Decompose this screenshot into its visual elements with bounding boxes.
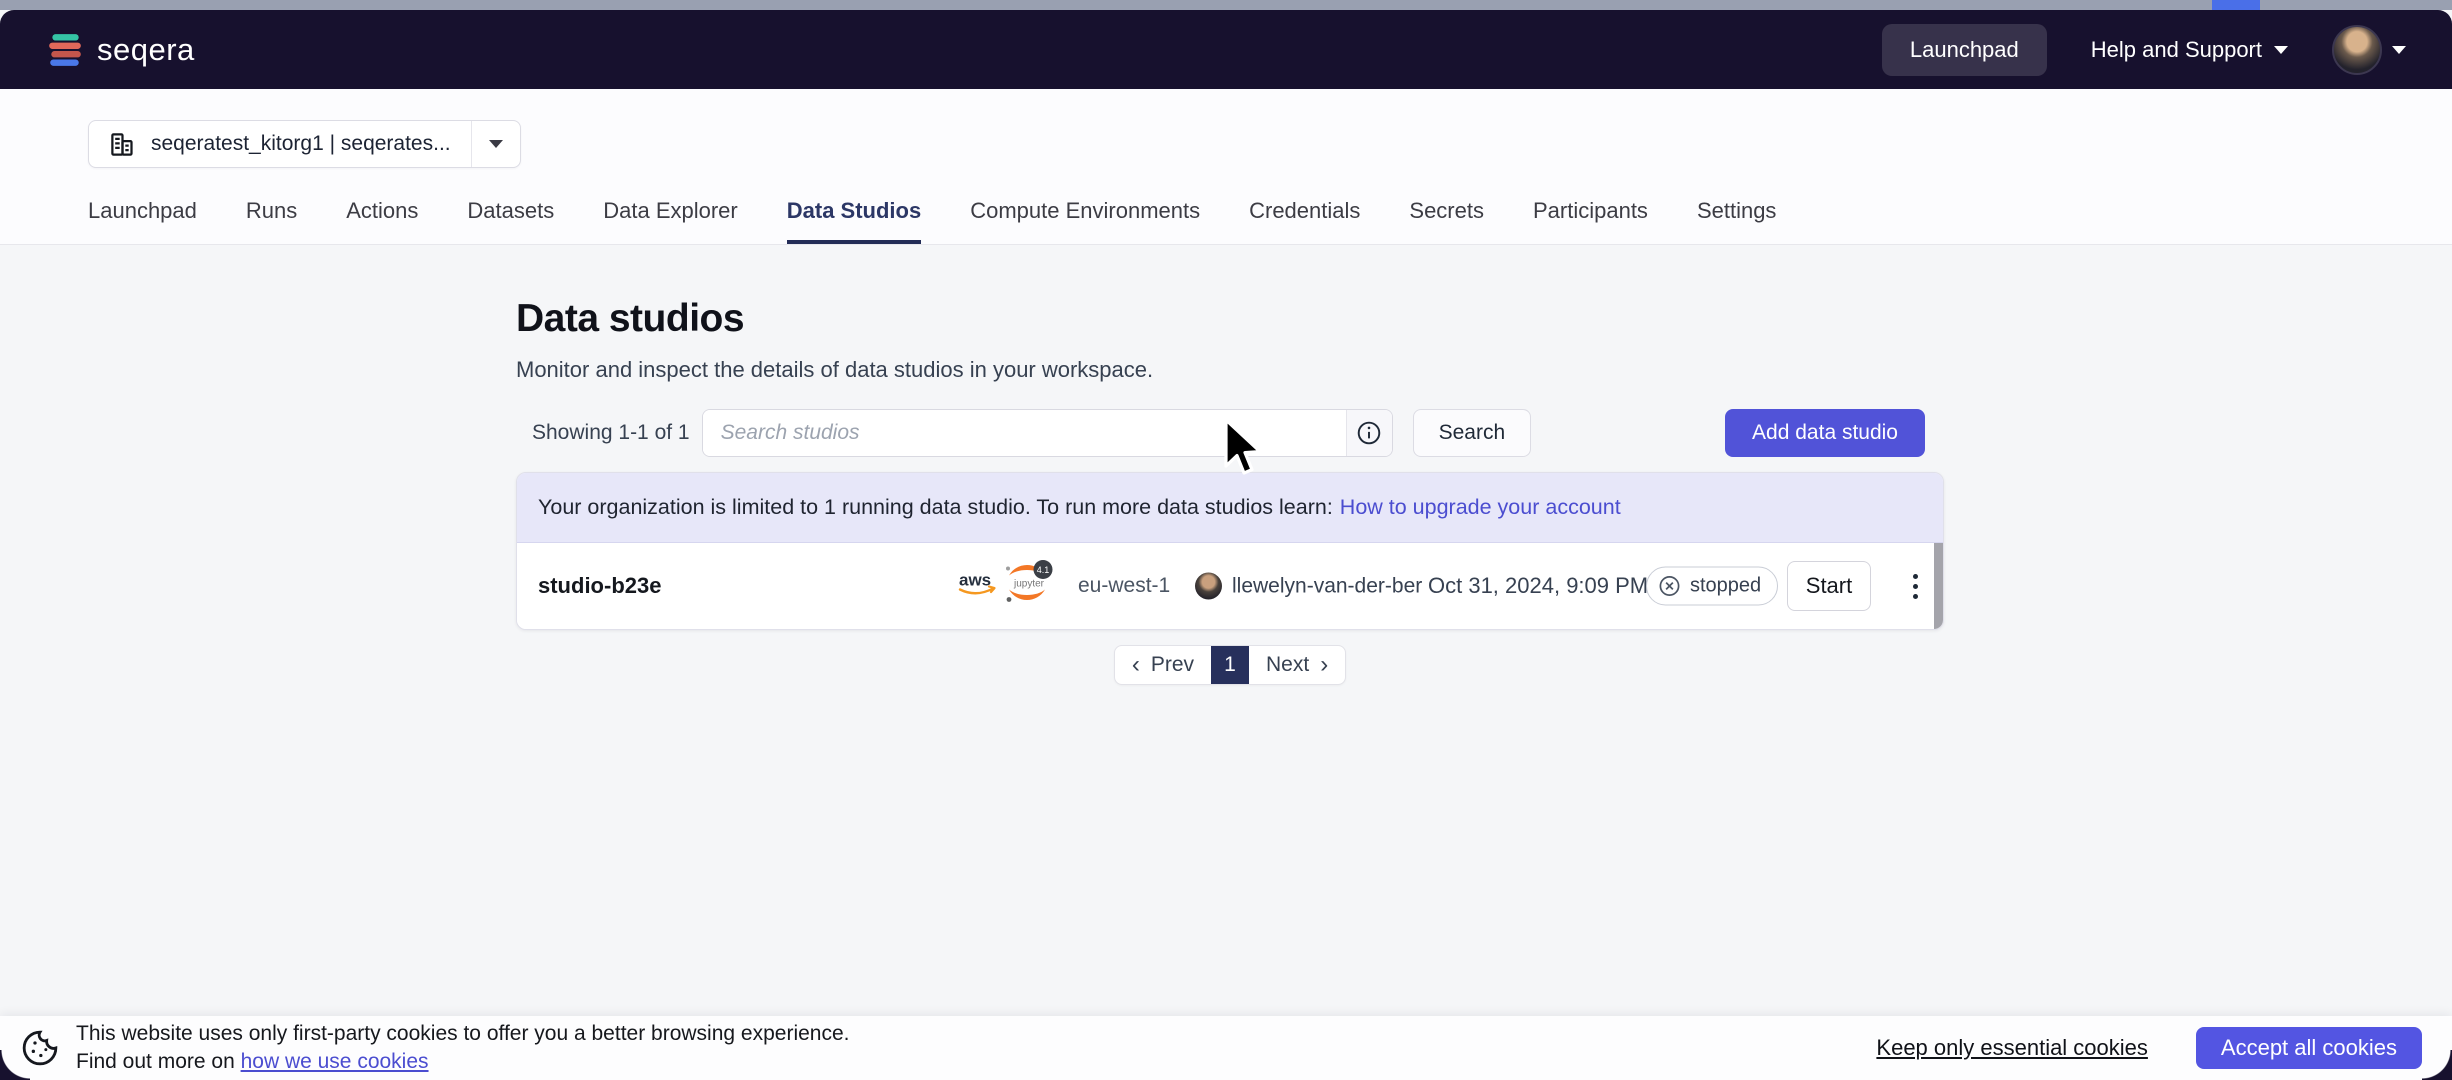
tab-data-studios[interactable]: Data Studios [787, 198, 921, 244]
info-icon [1356, 420, 1382, 446]
search-input[interactable] [703, 410, 1346, 456]
start-button[interactable]: Start [1787, 561, 1871, 611]
cookie-banner: This website uses only first-party cooki… [0, 1016, 2452, 1080]
chevron-down-icon [2274, 46, 2288, 54]
workspace-tabs: Launchpad Runs Actions Datasets Data Exp… [0, 198, 2452, 245]
owner-avatar [1195, 573, 1222, 600]
next-label: Next [1266, 653, 1309, 677]
window-top-accent [2212, 0, 2260, 10]
seqera-logo-icon [46, 31, 84, 69]
seqera-logo[interactable]: seqera [46, 31, 195, 69]
tab-datasets[interactable]: Datasets [467, 198, 554, 244]
chevron-down-icon [2392, 46, 2406, 54]
svg-text:jupyter: jupyter [1013, 579, 1045, 590]
studios-controls: Showing 1-1 of 1 Search Add data studio [516, 409, 1944, 457]
cookie-text-line2: Find out more on how we use cookies [76, 1048, 849, 1076]
stopped-icon [1658, 575, 1681, 598]
tab-credentials[interactable]: Credentials [1249, 198, 1360, 244]
help-and-support-label: Help and Support [2091, 37, 2262, 63]
chevron-left-icon: ‹ [1132, 653, 1140, 677]
logo-wordmark: seqera [97, 32, 195, 68]
cookie-line2-prefix: Find out more on [76, 1050, 241, 1073]
search-info-addon[interactable] [1346, 410, 1392, 456]
tab-secrets[interactable]: Secrets [1409, 198, 1484, 244]
organization-selector[interactable]: seqeratest_kitorg1 | seqerates... [88, 120, 521, 168]
organization-selector-value: seqeratest_kitorg1 | seqerates... [151, 132, 451, 156]
cookie-policy-link[interactable]: how we use cookies [241, 1050, 429, 1073]
user-menu[interactable] [2332, 25, 2406, 75]
page-subtitle: Monitor and inspect the details of data … [516, 357, 1944, 383]
organization-icon [109, 131, 136, 158]
chevron-right-icon: › [1320, 653, 1328, 677]
help-and-support-menu[interactable]: Help and Support [2091, 37, 2288, 63]
table-scrollbar[interactable] [1934, 543, 1943, 629]
top-navbar: seqera Launchpad Help and Support [0, 10, 2452, 89]
jupyter-icon: jupyter 4.1 [1003, 560, 1055, 613]
window-top-edge [0, 0, 2452, 10]
studio-region: eu-west-1 [1078, 574, 1170, 598]
cookie-text-line1: This website uses only first-party cooki… [76, 1020, 849, 1048]
tab-participants[interactable]: Participants [1533, 198, 1648, 244]
search-button[interactable]: Search [1413, 409, 1532, 457]
accept-all-cookies-button[interactable]: Accept all cookies [2196, 1027, 2422, 1069]
add-data-studio-button[interactable]: Add data studio [1725, 409, 1925, 457]
keep-essential-cookies-button[interactable]: Keep only essential cookies [1876, 1035, 2148, 1061]
aws-icon: aws [956, 569, 998, 604]
prev-page-button[interactable]: ‹ Prev [1115, 645, 1211, 685]
studio-name[interactable]: studio-b23e [538, 573, 661, 599]
user-avatar [2332, 25, 2382, 75]
organization-selector-caret[interactable] [472, 121, 520, 167]
tab-runs[interactable]: Runs [246, 198, 297, 244]
studio-owner: llewelyn-van-der-ber [1195, 573, 1422, 600]
upgrade-account-link[interactable]: How to upgrade your account [1340, 495, 1621, 520]
tab-settings[interactable]: Settings [1697, 198, 1777, 244]
chevron-down-icon [489, 140, 503, 148]
svg-text:aws: aws [959, 571, 991, 590]
launchpad-button[interactable]: Launchpad [1882, 24, 2047, 76]
tab-actions[interactable]: Actions [346, 198, 418, 244]
tab-compute-environments[interactable]: Compute Environments [970, 198, 1200, 244]
tab-data-explorer[interactable]: Data Explorer [603, 198, 738, 244]
limit-banner: Your organization is limited to 1 runnin… [517, 473, 1943, 543]
status-label: stopped [1690, 575, 1761, 598]
studios-card: Your organization is limited to 1 runnin… [516, 472, 1944, 630]
cookie-icon [20, 1028, 60, 1068]
tab-launchpad[interactable]: Launchpad [88, 198, 197, 244]
row-options-menu[interactable] [1897, 561, 1933, 611]
page-title: Data studios [516, 297, 1944, 341]
owner-name: llewelyn-van-der-ber [1232, 574, 1422, 598]
page-number-current[interactable]: 1 [1211, 645, 1249, 685]
workspace-header: seqeratest_kitorg1 | seqerates... Launch… [0, 89, 2452, 245]
pagination: ‹ Prev 1 Next › [516, 645, 1944, 685]
prev-label: Prev [1151, 653, 1194, 677]
main-content: Data studios Monitor and inspect the det… [0, 245, 2452, 685]
studio-date: Oct 31, 2024, 9:09 PM [1428, 573, 1648, 599]
status-badge: stopped [1646, 567, 1778, 606]
studio-row[interactable]: studio-b23e aws ju [517, 543, 1943, 629]
limit-banner-text: Your organization is limited to 1 runnin… [538, 495, 1333, 520]
jupyter-version-badge: 4.1 [1037, 565, 1050, 575]
showing-count: Showing 1-1 of 1 [532, 421, 690, 445]
next-page-button[interactable]: Next › [1249, 645, 1345, 685]
search-input-group [702, 409, 1393, 457]
